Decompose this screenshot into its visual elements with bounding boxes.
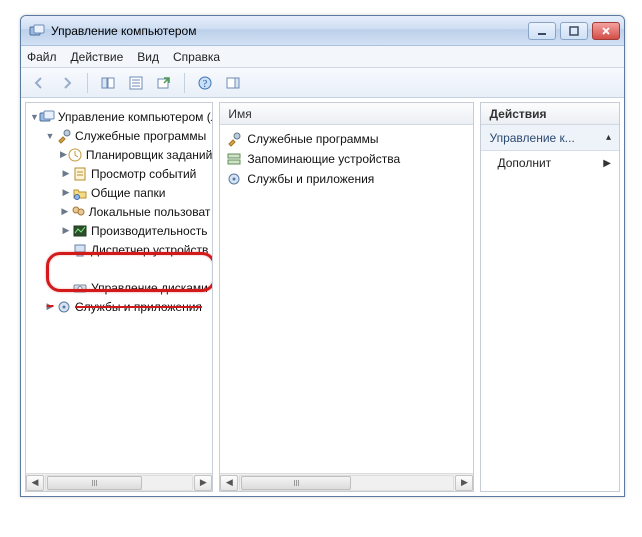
clock-icon (67, 147, 83, 163)
tools-icon (56, 128, 72, 144)
users-icon (70, 204, 86, 220)
toolbar-back-button[interactable] (27, 71, 51, 95)
actions-context-title[interactable]: Управление к... ▴ (481, 125, 619, 151)
toolbar-help-button[interactable]: ? (193, 71, 217, 95)
toolbar-actions-pane-button[interactable] (221, 71, 245, 95)
tree-label: Локальные пользоват (89, 205, 211, 219)
tree-services-apps[interactable]: ▶ Службы и приложения (28, 297, 212, 316)
chevron-right-icon[interactable]: ▶ (60, 187, 72, 198)
menu-bar: Файл Действие Вид Справка (21, 46, 624, 68)
actions-body: Управление к... ▴ Дополнит ▶ (481, 125, 619, 491)
toolbar-separator (87, 73, 88, 93)
list-item[interactable]: Службы и приложения (226, 169, 467, 189)
toolbar: ? (21, 68, 624, 98)
chevron-down-icon[interactable]: ▼ (44, 131, 56, 141)
chevron-down-icon[interactable]: ▼ (30, 112, 39, 122)
tree-label: Службы и приложения (75, 300, 202, 314)
actions-context-label: Управление к... (489, 131, 574, 145)
tree-label: Общие папки (91, 186, 165, 200)
list-item-label: Запоминающие устройства (247, 152, 400, 166)
window-controls (528, 22, 620, 40)
tree-performance[interactable]: ▶ Производительность (28, 221, 212, 240)
scroll-right-button[interactable]: ▶ (455, 475, 473, 491)
list-column-header[interactable]: Имя (220, 103, 473, 125)
scroll-left-button[interactable]: ◀ (220, 475, 238, 491)
app-icon (29, 23, 45, 39)
tree-label: Просмотр событий (91, 167, 196, 181)
list-item[interactable]: Запоминающие устройства (226, 149, 467, 169)
chevron-right-icon[interactable]: ▶ (60, 225, 72, 236)
close-button[interactable] (592, 22, 620, 40)
chevron-right-icon[interactable]: ▶ (60, 149, 67, 160)
list-item-label: Служебные программы (247, 132, 378, 146)
tree-horizontal-scrollbar[interactable]: ◀ ▶ (26, 473, 212, 491)
toolbar-show-hide-tree-button[interactable] (96, 71, 120, 95)
console-tree-panel: ▼ Управление компьютером (л ▼ Служебные … (25, 102, 213, 492)
actions-header-label: Действия (489, 107, 546, 121)
minimize-button[interactable] (528, 22, 556, 40)
tree-label: Производительность (91, 224, 207, 238)
console-tree[interactable]: ▼ Управление компьютером (л ▼ Служебные … (26, 103, 212, 473)
tree-shared-folders[interactable]: ▶ Общие папки (28, 183, 212, 202)
toolbar-separator (184, 73, 185, 93)
column-name-header[interactable]: Имя (228, 107, 251, 121)
tree-disk-management[interactable]: ▶ Управление дисками (28, 278, 212, 297)
titlebar: Управление компьютером (21, 16, 624, 46)
disk-icon (72, 280, 88, 296)
list-item-label: Службы и приложения (247, 172, 374, 186)
chevron-right-icon[interactable]: ▶ (60, 168, 72, 179)
shared-folder-icon (72, 185, 88, 201)
menu-action[interactable]: Действие (71, 50, 124, 64)
scroll-thumb[interactable] (241, 476, 351, 490)
actions-panel: Действия Управление к... ▴ Дополнит ▶ (480, 102, 620, 492)
chevron-right-icon: ▶ (603, 158, 611, 169)
result-list-panel: Имя Служебные программы Запоминающие уст… (219, 102, 474, 492)
tree-label: Служебные программы (75, 129, 206, 143)
services-icon (56, 299, 72, 315)
scroll-left-button[interactable]: ◀ (26, 475, 44, 491)
storage-icon (226, 151, 242, 167)
tree-label: Диспетчер устройств (91, 243, 208, 257)
scroll-right-button[interactable]: ▶ (194, 475, 212, 491)
toolbar-export-button[interactable] (152, 71, 176, 95)
tree-device-manager[interactable]: ▶ Диспетчер устройств (28, 240, 212, 259)
actions-header: Действия (481, 103, 619, 125)
actions-more-actions[interactable]: Дополнит ▶ (481, 151, 619, 175)
computer-icon (39, 109, 55, 125)
performance-icon (72, 223, 88, 239)
toolbar-properties-button[interactable] (124, 71, 148, 95)
tree-label: Управление дисками (91, 281, 208, 295)
scroll-thumb[interactable] (47, 476, 142, 490)
tree-event-viewer[interactable]: ▶ Просмотр событий (28, 164, 212, 183)
menu-file[interactable]: Файл (27, 50, 57, 64)
maximize-button[interactable] (560, 22, 588, 40)
list-horizontal-scrollbar[interactable]: ◀ ▶ (220, 473, 473, 491)
list-item[interactable]: Служебные программы (226, 129, 467, 149)
tree-system-tools[interactable]: ▼ Служебные программы (28, 126, 212, 145)
content-area: ▼ Управление компьютером (л ▼ Служебные … (21, 98, 624, 496)
menu-help[interactable]: Справка (173, 50, 220, 64)
services-icon (226, 171, 242, 187)
toolbar-forward-button[interactable] (55, 71, 79, 95)
device-icon (72, 242, 88, 258)
chevron-right-icon[interactable]: ▶ (60, 206, 70, 217)
scroll-track[interactable] (239, 475, 454, 491)
event-icon (72, 166, 88, 182)
tree-local-users[interactable]: ▶ Локальные пользоват (28, 202, 212, 221)
scroll-track[interactable] (45, 475, 193, 491)
window-frame: Управление компьютером Файл Действие Вид… (20, 15, 625, 497)
menu-view[interactable]: Вид (137, 50, 159, 64)
actions-more-label: Дополнит (497, 156, 551, 170)
window-title: Управление компьютером (51, 24, 528, 38)
tree-label: Планировщик заданий (86, 148, 212, 162)
collapse-icon[interactable]: ▴ (606, 132, 611, 143)
tree-task-scheduler[interactable]: ▶ Планировщик заданий (28, 145, 212, 164)
chevron-right-icon[interactable]: ▶ (44, 301, 56, 312)
result-list[interactable]: Служебные программы Запоминающие устройс… (220, 125, 473, 473)
tools-icon (226, 131, 242, 147)
svg-text:?: ? (203, 79, 208, 90)
tree-label: Управление компьютером (л (58, 110, 212, 124)
tree-root[interactable]: ▼ Управление компьютером (л (28, 107, 212, 126)
